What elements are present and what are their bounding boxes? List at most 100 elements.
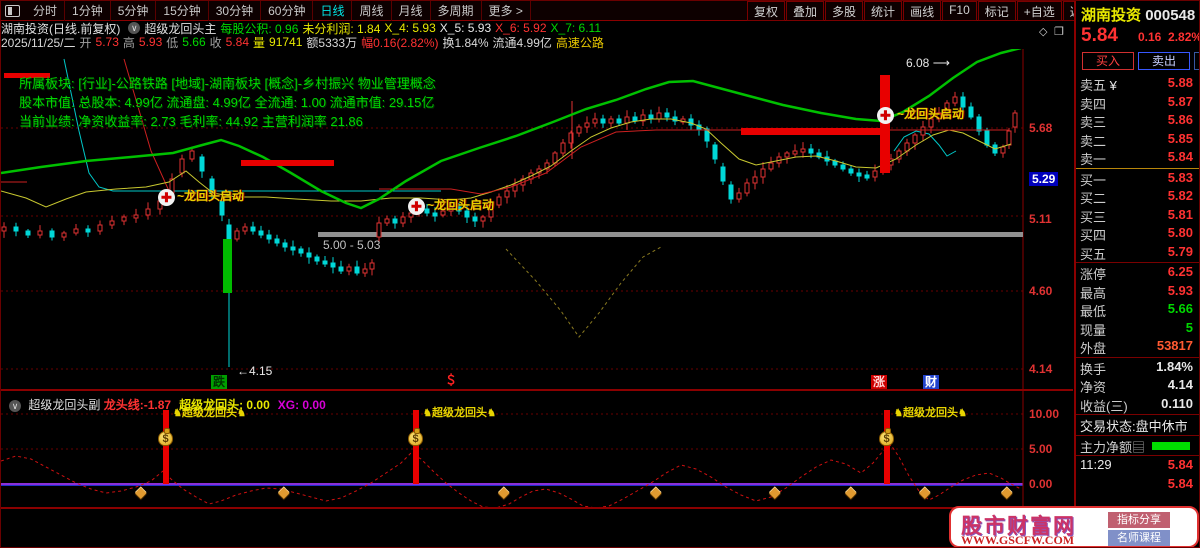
phoenix-icon: ♞: [894, 408, 903, 419]
price-axis-label: 4.14: [1029, 362, 1053, 376]
quote-row-value: 5: [1185, 319, 1193, 335]
panel-change: 0.16 2.82%: [1138, 30, 1200, 44]
panel-stock-code: 000548: [1145, 7, 1196, 24]
netflow-bar: [1152, 441, 1190, 450]
quote-row: 11:29 5.84: [1080, 457, 1199, 475]
window-split-icon[interactable]: ❐: [1054, 25, 1064, 38]
panel-separator: [1076, 455, 1199, 456]
quote-row-value: 4.14: [1167, 377, 1193, 392]
quote-row: 最高5.93量: [1080, 282, 1199, 301]
quote-row: 外盘53817内: [1080, 338, 1199, 356]
quote-row-value: 5.93: [1167, 282, 1193, 298]
watermark-badge-indicator-share: 指标分享: [1108, 512, 1170, 528]
quote-row: 买三 5.81: [1080, 207, 1199, 225]
quote-row-label: 卖一: [1080, 152, 1107, 167]
quote-row-value: 5.84: [1167, 457, 1193, 472]
chevron-down-icon[interactable]: ∨: [9, 400, 21, 412]
panel-separator: [1076, 356, 1199, 358]
quote-row-label: 现量: [1080, 322, 1107, 338]
quote-row-value: 5.82: [1167, 188, 1193, 203]
dragon-start-label: ~龙回头启动: [897, 107, 965, 121]
quote-row: 净资4.14流: [1080, 377, 1199, 395]
quote-row-value: 1.84%: [1156, 358, 1193, 374]
cutoff-button[interactable]: [1194, 52, 1199, 70]
quote-row-label: 主力净额: [1080, 439, 1133, 455]
quote-row-label: 交易状态:盘中休市: [1080, 419, 1188, 434]
price-axis-label: 5.11: [1029, 212, 1052, 226]
watermark-url: WWW.GSCFW.COM: [961, 533, 1075, 547]
phoenix-icon: ♞: [486, 408, 496, 419]
quote-row-label: 卖三: [1080, 115, 1107, 130]
diamond-icon: ◆: [845, 484, 857, 501]
quote-row-value: 53817: [1156, 338, 1193, 353]
high-price-label: 6.08 ⟶: [906, 56, 950, 70]
diamond-icon: ◆: [135, 484, 147, 501]
signal-badge-＄: ＄: [445, 373, 458, 387]
money-bag-icon: $: [408, 428, 423, 446]
quote-row: 换手1.84%股: [1080, 358, 1199, 377]
price-axis-label: 4.60: [1029, 284, 1053, 298]
quote-row: 买五 5.79: [1080, 243, 1199, 262]
dragon-start-label: ~龙回头启动: [427, 198, 495, 212]
quote-row-label: 收益(三): [1080, 398, 1128, 414]
diamond-tool-icon[interactable]: ◇: [1039, 25, 1047, 38]
quote-row: 主力净额▤: [1080, 437, 1199, 455]
quote-row-label: 净资: [1080, 380, 1107, 395]
quote-row: 卖五 ¥5.88: [1080, 75, 1199, 93]
money-bag-icon: $: [879, 428, 894, 446]
quote-row-label: 最低: [1080, 304, 1107, 319]
quote-row-label: 买一: [1080, 172, 1107, 188]
money-bag-icon: $: [158, 428, 173, 446]
chart-stage[interactable]: 所属板块: [行业]-公路铁路 [地域]-湖南板块 [概念]-乡村振兴 物业管理…: [1, 1, 1073, 547]
quote-row-label: 外盘: [1080, 341, 1107, 356]
phoenix-icon: ♞: [957, 408, 967, 419]
panel-separator: [1076, 167, 1199, 169]
signal-badge-跌: 跌: [211, 375, 228, 389]
quote-row-value: 0.110: [1161, 395, 1193, 411]
quote-row: 买二 5.82: [1080, 188, 1199, 206]
sub-axis-label: 0.00: [1029, 477, 1053, 491]
dragon-signal-marker-icon: ✚: [408, 198, 425, 215]
dragon-start-label: ~龙回头启动: [177, 189, 245, 203]
quote-row-label: 买四: [1080, 228, 1107, 243]
quote-row: 卖二 5.85: [1080, 131, 1199, 149]
quote-row-value: 5.84: [1167, 475, 1193, 491]
diamond-icon: ◆: [919, 484, 931, 501]
quote-row-label: 最高: [1080, 285, 1107, 301]
buy-button[interactable]: 买入: [1082, 52, 1134, 70]
diamond-icon: ◆: [650, 484, 662, 501]
support-range-label: 5.00 - 5.03: [323, 238, 381, 252]
signal-badge-涨: 涨: [871, 375, 888, 389]
panel-last-price: 5.84: [1081, 25, 1118, 46]
panel-separator: [1076, 262, 1199, 263]
quote-row: 卖四 5.87: [1080, 94, 1199, 112]
quote-row-label: 卖二: [1080, 133, 1107, 149]
quote-row: 买四 5.80: [1080, 225, 1199, 243]
overlay-text-line: 当前业绩: 净资收益率: 2.73 毛利率: 44.92 主营利润率 21.86: [19, 114, 363, 129]
panel-separator: [1076, 414, 1199, 415]
quote-row-label: 买五: [1080, 246, 1107, 262]
subchart-signal-label: ♞超级龙回头♞: [894, 407, 967, 419]
panel-stock-name[interactable]: 湖南投资 000548: [1081, 4, 1195, 25]
quote-row: 交易状态:盘中休市: [1080, 416, 1199, 434]
quote-row: 涨停6.25跌: [1080, 264, 1199, 282]
subchart-indicator-name[interactable]: 超级龙回头副: [28, 398, 100, 412]
currency-mark: ¥: [1106, 78, 1117, 93]
list-icon: ▤: [1132, 439, 1146, 455]
sub-axis-label: 10.00: [1029, 407, 1060, 421]
quote-row: 买一 5.83: [1080, 169, 1199, 188]
subchart-field: XG: 0.00: [277, 398, 326, 412]
quote-row: 收益(三)0.110P: [1080, 395, 1199, 414]
quote-row-label: 换手: [1080, 361, 1107, 377]
quote-panel: 湖南投资 000548 5.84 0.16 2.82% 买入 卖出 卖五 ¥5.…: [1074, 1, 1200, 547]
quote-row-label: 买三: [1080, 209, 1107, 225]
sell-button[interactable]: 卖出: [1138, 52, 1190, 70]
quote-row-value: 5.80: [1167, 225, 1193, 240]
subchart-header: ∨ 超级龙回头副 龙头线:-1.87 超级龙回头: 0.00 XG: 0.00: [5, 396, 334, 413]
panel-separator: [1076, 434, 1199, 436]
subchart-signal-label: ♞超级龙回头♞: [423, 407, 496, 419]
trading-terminal-window: 分时 1分钟 5分钟 15分钟 30分钟 60分钟 日线 周线 月线 多周期 更多 > 复权 叠加 多股…: [0, 0, 1200, 548]
quote-row-value: 5.79: [1167, 243, 1193, 259]
quote-row-value: 5.83: [1167, 169, 1193, 185]
diamond-icon: ◆: [498, 484, 510, 501]
